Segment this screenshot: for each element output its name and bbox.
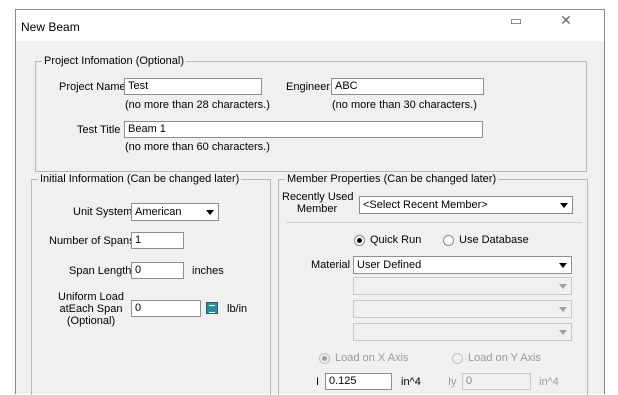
unit-system-select[interactable]: American bbox=[131, 203, 219, 221]
calculator-icon[interactable] bbox=[206, 302, 218, 314]
i-unit: in^4 bbox=[401, 376, 421, 388]
load-y-label: Load on Y Axis bbox=[468, 352, 541, 364]
chevron-down-icon bbox=[556, 325, 570, 339]
unit-system-value: American bbox=[135, 206, 182, 218]
test-title-hint: (no more than 60 characters.) bbox=[125, 141, 270, 153]
load-x-radio bbox=[319, 353, 330, 364]
test-title-input[interactable]: Beam 1 bbox=[124, 121, 483, 138]
iy-label: Iy bbox=[448, 376, 457, 388]
chevron-down-icon[interactable] bbox=[557, 198, 571, 212]
recently-used-label-2: Member bbox=[296, 203, 338, 215]
property-select-3 bbox=[353, 323, 572, 341]
material-select[interactable]: User Defined bbox=[353, 256, 572, 274]
span-length-unit: inches bbox=[192, 265, 224, 277]
chevron-down-icon[interactable] bbox=[203, 205, 217, 219]
new-beam-window: New Beam ▭ ✕ Project Infomation (Optiona… bbox=[15, 9, 605, 395]
project-name-hint: (no more than 28 characters.) bbox=[125, 99, 270, 111]
chevron-down-icon bbox=[556, 279, 570, 293]
uniform-load-label-1: Uniform Load bbox=[58, 291, 125, 303]
recently-used-label-1: Recently Used bbox=[282, 191, 354, 203]
quick-run-radio[interactable] bbox=[354, 235, 365, 246]
close-icon[interactable]: ✕ bbox=[544, 11, 588, 30]
quick-run-label: Quick Run bbox=[370, 234, 422, 246]
number-of-spans-input[interactable]: 1 bbox=[131, 232, 184, 249]
material-label: Material bbox=[311, 259, 351, 271]
project-name-label: Project Name bbox=[59, 81, 126, 93]
i-input[interactable]: 0.125 bbox=[325, 373, 392, 390]
title-bar: New Beam ▭ ✕ bbox=[16, 10, 604, 41]
number-of-spans-label: Number of Spans bbox=[49, 235, 135, 247]
unit-system-label: Unit System bbox=[73, 206, 133, 218]
initial-info-legend: Initial Information (Can be changed late… bbox=[40, 173, 240, 185]
project-info-group: Project Infomation (Optional) bbox=[35, 55, 587, 172]
recent-member-value: <Select Recent Member> bbox=[363, 199, 488, 211]
property-select-2 bbox=[353, 300, 572, 318]
load-y-radio bbox=[452, 353, 463, 364]
recent-member-select[interactable]: <Select Recent Member> bbox=[359, 196, 573, 214]
member-props-legend: Member Properties (Can be changed later) bbox=[287, 173, 497, 185]
span-length-label: Span Length bbox=[69, 265, 132, 277]
uniform-load-label-2: atEach Span bbox=[59, 303, 123, 315]
load-x-label: Load on X Axis bbox=[335, 352, 409, 364]
iy-input: 0 bbox=[462, 373, 531, 390]
uniform-load-unit: lb/in bbox=[227, 303, 248, 315]
project-info-legend: Project Infomation (Optional) bbox=[44, 55, 185, 67]
divider bbox=[286, 222, 582, 223]
test-title-label: Test Title bbox=[77, 124, 121, 136]
project-name-input[interactable]: Test bbox=[124, 78, 262, 95]
engineer-input[interactable]: ABC bbox=[331, 78, 484, 95]
window-title: New Beam bbox=[21, 20, 80, 34]
chevron-down-icon[interactable] bbox=[556, 258, 570, 272]
chevron-down-icon bbox=[556, 302, 570, 316]
span-length-input[interactable]: 0 bbox=[131, 262, 184, 279]
material-value: User Defined bbox=[357, 259, 422, 271]
iy-unit: in^4 bbox=[539, 376, 559, 388]
uniform-load-input[interactable]: 0 bbox=[131, 300, 201, 317]
property-select-1 bbox=[353, 277, 572, 295]
uniform-load-label-3: (Optional) bbox=[66, 315, 116, 327]
engineer-label: Engineer bbox=[286, 81, 331, 93]
use-database-radio[interactable] bbox=[443, 235, 454, 246]
use-database-label: Use Database bbox=[459, 234, 529, 246]
engineer-hint: (no more than 30 characters.) bbox=[332, 99, 477, 111]
i-label: I bbox=[316, 376, 320, 388]
restore-window-icon[interactable]: ▭ bbox=[494, 11, 538, 30]
